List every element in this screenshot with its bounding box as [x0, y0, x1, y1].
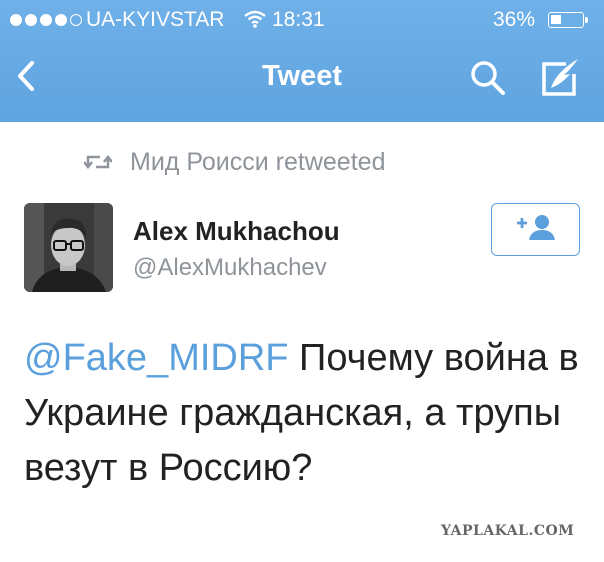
- tweet-mention-link[interactable]: @Fake_MIDRF: [24, 337, 289, 379]
- carrier-name: UA-KYIVSTAR: [86, 8, 225, 31]
- signal-strength-icon: [10, 14, 82, 26]
- compose-button[interactable]: [538, 56, 584, 103]
- add-user-icon: [514, 213, 558, 246]
- page-title: Tweet: [261, 60, 343, 92]
- status-bar: UA-KYIVSTAR 18:31 36%: [0, 0, 604, 40]
- watermark: YAPLAKAL.COM: [441, 523, 575, 539]
- wifi-icon: [244, 10, 266, 34]
- battery-icon: [548, 12, 588, 28]
- compose-icon: [538, 59, 584, 102]
- nav-bar: Tweet: [0, 40, 604, 122]
- retweet-label: Мид Роисси retweeted: [130, 147, 386, 176]
- app-header: UA-KYIVSTAR 18:31 36% Tweet: [0, 0, 604, 122]
- status-time: 18:31: [272, 8, 325, 31]
- author-handle[interactable]: @AlexMukhachev: [133, 254, 327, 282]
- search-button[interactable]: [468, 58, 508, 103]
- retweet-icon: [84, 153, 112, 171]
- follow-button[interactable]: [491, 203, 580, 256]
- retweet-context[interactable]: Мид Роисси retweeted: [84, 145, 385, 179]
- avatar[interactable]: [24, 203, 113, 292]
- tweet-text: @Fake_MIDRF Почему война в Украине гражд…: [24, 331, 594, 496]
- battery-percent: 36%: [493, 8, 536, 31]
- search-icon: [468, 61, 508, 102]
- author-name[interactable]: Alex Mukhachou: [133, 216, 340, 247]
